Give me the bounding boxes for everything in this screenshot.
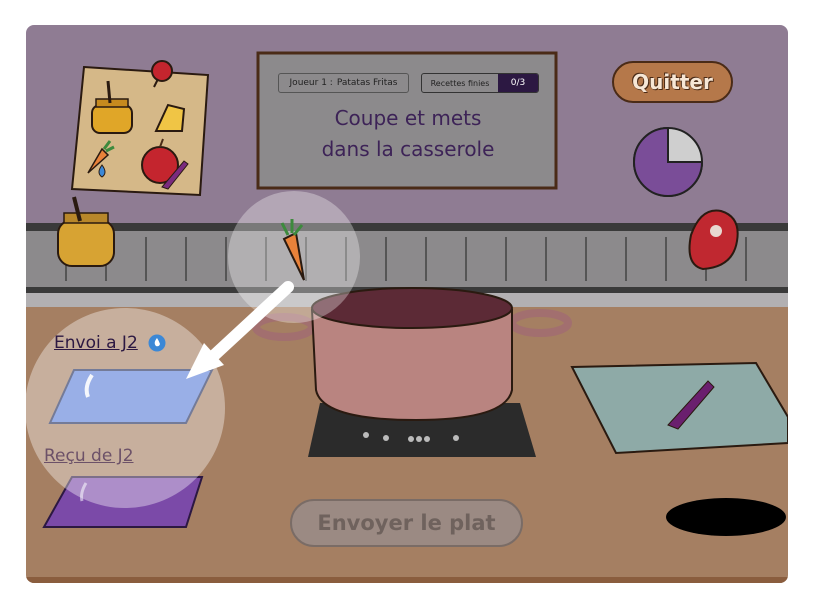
player-tag: Joueur 1 : Patatas Fritas bbox=[278, 73, 409, 93]
game-viewport: Joueur 1 : Patatas Fritas Recettes finie… bbox=[26, 25, 788, 583]
recipes-value: 0/3 bbox=[498, 74, 538, 92]
instruction-line-1: Coupe et mets bbox=[334, 106, 482, 130]
instruction-line-2: dans la casserole bbox=[321, 137, 495, 161]
player-name: Patatas Fritas bbox=[336, 78, 398, 88]
water-drop-icon bbox=[148, 334, 166, 352]
recipes-label: Recettes finies bbox=[430, 78, 490, 88]
send-to-j2-link[interactable]: Envoi a J2 bbox=[54, 333, 166, 353]
recipe-card bbox=[70, 60, 210, 197]
instruction-text: Coupe et mets dans la casserole bbox=[288, 103, 528, 165]
send-label-text: Envoi a J2 bbox=[54, 333, 138, 353]
received-from-j2-link[interactable]: Reçu de J2 bbox=[44, 446, 134, 466]
recipes-counter: Recettes finies 0/3 bbox=[421, 73, 539, 93]
trash-hole[interactable] bbox=[666, 498, 786, 536]
timer-pie bbox=[633, 126, 704, 197]
player-label: Joueur 1 : bbox=[289, 78, 333, 88]
send-dish-button[interactable]: Envoyer le plat bbox=[290, 499, 523, 547]
quit-button[interactable]: Quitter bbox=[612, 61, 733, 103]
